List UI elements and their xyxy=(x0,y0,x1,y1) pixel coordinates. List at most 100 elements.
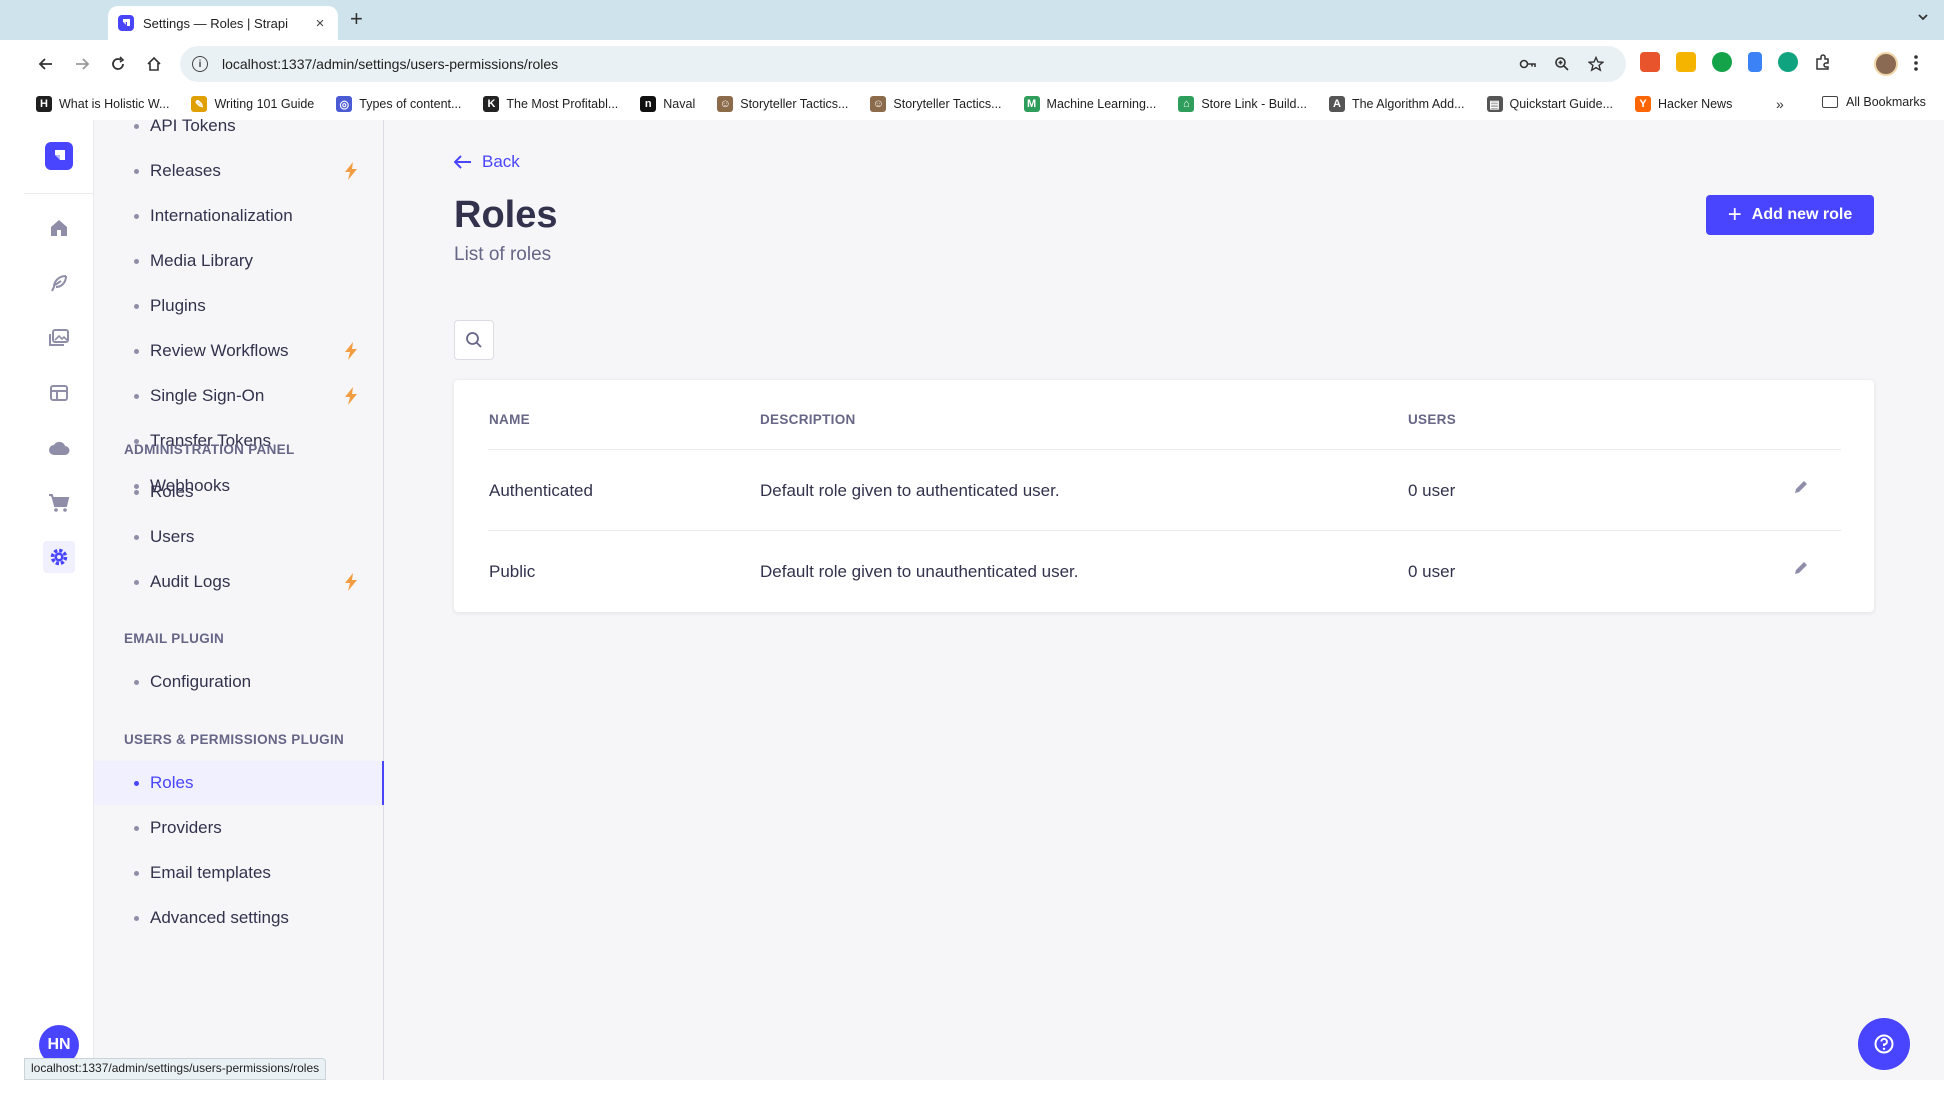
subnav-item-label: Audit Logs xyxy=(150,572,231,591)
search-icon xyxy=(466,332,482,348)
lightning-bolt-icon xyxy=(344,162,360,180)
bookmark-label: The Algorithm Add... xyxy=(1351,97,1465,111)
bullet-icon xyxy=(134,393,139,399)
subnav-item[interactable]: Media Library xyxy=(94,239,384,283)
settings-gear-icon[interactable] xyxy=(43,541,75,573)
home-icon[interactable] xyxy=(43,212,75,244)
subnav-section-title: ADMINISTRATION PANEL xyxy=(124,442,295,457)
bookmark-item[interactable]: ☺ Storyteller Tactics... xyxy=(870,96,1002,112)
extension-5-icon[interactable] xyxy=(1778,52,1798,72)
bookmark-item[interactable]: ☺ Storyteller Tactics... xyxy=(717,96,848,112)
forward-arrow-icon[interactable] xyxy=(70,52,94,76)
column-header-description[interactable]: DESCRIPTION xyxy=(760,412,856,427)
password-key-icon[interactable] xyxy=(1518,54,1538,74)
zoom-icon[interactable] xyxy=(1552,54,1572,74)
subnav-item-label: Single Sign-On xyxy=(150,386,265,405)
subnav-item-label: Plugins xyxy=(150,296,206,315)
profile-avatar[interactable] xyxy=(1874,52,1898,76)
back-label: Back xyxy=(482,152,520,171)
address-url: localhost:1337/admin/settings/users-perm… xyxy=(222,56,559,72)
lightning-bolt-icon xyxy=(344,387,360,405)
page-subtitle: List of roles xyxy=(454,244,552,265)
subnav-item[interactable]: Roles xyxy=(94,761,384,805)
subnav-item[interactable]: Releases xyxy=(94,149,384,193)
extension-4-icon[interactable] xyxy=(1748,52,1762,72)
row-divider xyxy=(488,530,1841,531)
bullet-icon xyxy=(134,825,139,831)
cloud-icon[interactable] xyxy=(43,432,75,464)
bookmark-favicon-icon: ▤ xyxy=(1486,96,1503,112)
reload-icon[interactable] xyxy=(106,52,130,76)
bookmark-favicon-icon: ⌂ xyxy=(1178,96,1195,112)
edit-pencil-icon[interactable] xyxy=(1790,476,1812,498)
browser-tab[interactable]: Settings — Roles | Strapi × xyxy=(108,6,338,40)
extension-1-icon[interactable] xyxy=(1640,52,1660,72)
subnav-item-label: Internationalization xyxy=(150,206,293,225)
bookmark-favicon-icon: H xyxy=(36,96,52,112)
all-bookmarks-button[interactable]: All Bookmarks xyxy=(1822,95,1926,109)
browser-toolbar: i localhost:1337/admin/settings/users-pe… xyxy=(0,40,1944,88)
tab-search-chevron-icon[interactable] xyxy=(1916,10,1930,24)
bookmark-item[interactable]: ⌂ Store Link - Build... xyxy=(1178,96,1307,112)
extension-2-icon[interactable] xyxy=(1676,52,1696,72)
address-bar[interactable]: i localhost:1337/admin/settings/users-pe… xyxy=(180,46,1626,82)
subnav-item[interactable]: Advanced settings xyxy=(94,896,384,940)
tab-close-icon[interactable]: × xyxy=(312,15,328,32)
subnav-item[interactable]: Single Sign-On xyxy=(94,374,384,418)
subnav-item[interactable]: Providers xyxy=(94,806,384,850)
main-nav: HN xyxy=(24,120,94,1080)
content-manager-feather-icon[interactable] xyxy=(43,267,75,299)
subnav-item[interactable]: Users xyxy=(94,515,384,559)
bookmark-item[interactable]: M Machine Learning... xyxy=(1023,96,1156,112)
subnav-item-label: Providers xyxy=(150,818,222,837)
role-users-count: 0 user xyxy=(1408,562,1456,581)
search-button[interactable] xyxy=(454,320,494,360)
subnav-item[interactable]: Configuration xyxy=(94,660,384,704)
strapi-admin: HN API Tokens Releases Internationalizatio… xyxy=(24,116,1944,1080)
new-tab-button[interactable]: + xyxy=(350,8,363,30)
home-icon[interactable] xyxy=(142,52,166,76)
folder-icon xyxy=(1822,96,1838,108)
role-description: Default role given to unauthenticated us… xyxy=(760,562,1079,581)
bookmark-star-icon[interactable] xyxy=(1586,54,1606,74)
add-new-role-button[interactable]: + Add new role xyxy=(1706,195,1874,235)
subnav-item[interactable]: Plugins xyxy=(94,284,384,328)
bookmarks-overflow-icon[interactable]: » xyxy=(1776,96,1784,112)
subnav-item[interactable]: Internationalization xyxy=(94,194,384,238)
bullet-icon xyxy=(134,534,139,540)
bookmark-label: The Most Profitabl... xyxy=(506,97,619,111)
back-link[interactable]: Back xyxy=(454,152,520,172)
subnav-item[interactable]: Review Workflows xyxy=(94,329,384,373)
grammarly-icon[interactable] xyxy=(1712,52,1732,72)
bookmark-item[interactable]: Y Hacker News xyxy=(1635,96,1732,112)
subnav-item[interactable]: Roles xyxy=(94,470,384,514)
bookmark-favicon-icon: Y xyxy=(1635,96,1652,112)
marketplace-cart-icon[interactable] xyxy=(43,487,75,519)
edit-pencil-icon[interactable] xyxy=(1790,557,1812,579)
site-info-icon[interactable]: i xyxy=(192,56,208,72)
content-type-builder-layout-icon[interactable] xyxy=(43,377,75,409)
column-header-users[interactable]: USERS xyxy=(1408,412,1456,427)
bookmark-item[interactable]: n Naval xyxy=(640,96,695,112)
subnav-item[interactable]: Audit Logs xyxy=(94,560,384,604)
subnav-item-label: API Tokens xyxy=(150,116,236,135)
subnav-item-label: Advanced settings xyxy=(150,908,289,927)
subnav-item-label: Email templates xyxy=(150,863,271,882)
media-library-images-icon[interactable] xyxy=(43,322,75,354)
strapi-logo-icon[interactable] xyxy=(45,142,73,170)
bookmark-favicon-icon: K xyxy=(483,96,500,112)
subnav-item-label: Roles xyxy=(150,482,194,501)
back-arrow-icon[interactable] xyxy=(34,52,58,76)
extensions-puzzle-icon[interactable] xyxy=(1814,53,1832,71)
bookmark-item[interactable]: K The Most Profitabl... xyxy=(483,96,618,112)
column-header-name[interactable]: NAME xyxy=(489,412,530,427)
bookmark-favicon-icon: A xyxy=(1328,96,1345,112)
bookmark-label: Quickstart Guide... xyxy=(1509,97,1614,111)
role-users-count: 0 user xyxy=(1408,481,1456,500)
help-button[interactable] xyxy=(1858,1018,1910,1070)
subnav-item[interactable]: API Tokens xyxy=(94,104,384,148)
subnav-item[interactable]: Email templates xyxy=(94,851,384,895)
bookmark-item[interactable]: ▤ Quickstart Guide... xyxy=(1486,96,1614,112)
browser-menu-icon[interactable] xyxy=(1914,54,1918,72)
bookmark-item[interactable]: A The Algorithm Add... xyxy=(1328,96,1465,112)
